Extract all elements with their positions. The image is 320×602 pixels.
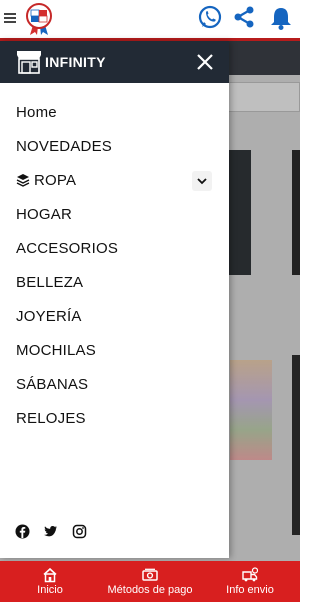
menu-item-label: ROPA xyxy=(34,172,77,189)
facebook-icon[interactable] xyxy=(15,524,30,539)
drawer-header: INFINITY xyxy=(0,41,229,83)
tab-inicio[interactable]: Inicio xyxy=(18,561,82,602)
bottom-navigation: Inicio Métodos de pago Info envio xyxy=(0,561,300,602)
menu-item-hogar[interactable]: HOGAR xyxy=(0,198,229,232)
expand-ropa-button[interactable] xyxy=(192,171,212,191)
menu-item-joyeria[interactable]: JOYERÍA xyxy=(0,300,229,334)
home-icon xyxy=(43,567,57,583)
menu-item-label: BELLEZA xyxy=(16,274,84,291)
layers-icon xyxy=(16,174,30,187)
menu-item-sabanas[interactable]: SÁBANAS xyxy=(0,368,229,402)
close-icon[interactable] xyxy=(194,51,216,73)
menu-item-label: SÁBANAS xyxy=(16,376,89,393)
menu-item-relojes[interactable]: RELOJES xyxy=(0,402,229,436)
store-icon xyxy=(17,51,41,74)
notification-bell-icon[interactable] xyxy=(268,5,294,31)
menu-item-label: RELOJES xyxy=(16,410,86,427)
hamburger-menu-icon[interactable] xyxy=(4,11,16,25)
delivery-truck-icon xyxy=(242,567,258,582)
tab-info-envio[interactable]: Info envio xyxy=(220,561,280,602)
tab-label: Inicio xyxy=(37,584,63,596)
instagram-icon[interactable] xyxy=(72,524,87,539)
menu-item-label: Home xyxy=(16,104,57,121)
menu-item-ropa[interactable]: ROPA xyxy=(0,164,229,198)
logo-icon[interactable] xyxy=(24,2,54,36)
menu-item-label: NOVEDADES xyxy=(16,138,112,155)
menu-item-belleza[interactable]: BELLEZA xyxy=(0,266,229,300)
top-app-bar xyxy=(0,0,300,41)
drawer-title: INFINITY xyxy=(45,54,106,70)
chevron-down-icon xyxy=(197,178,207,185)
money-icon xyxy=(142,568,158,581)
social-links xyxy=(15,524,96,540)
menu-item-label: HOGAR xyxy=(16,206,73,223)
whatsapp-icon[interactable] xyxy=(197,5,223,31)
menu-item-novedades[interactable]: NOVEDADES xyxy=(0,130,229,164)
menu-item-label: JOYERÍA xyxy=(16,308,82,325)
tab-metodos-de-pago[interactable]: Métodos de pago xyxy=(100,561,200,602)
tab-label: Info envio xyxy=(226,584,274,596)
drawer-menu: Home NOVEDADES ROPA HOGAR ACCESORIOS BEL… xyxy=(0,96,229,436)
menu-item-mochilas[interactable]: MOCHILAS xyxy=(0,334,229,368)
menu-item-label: MOCHILAS xyxy=(16,342,96,359)
twitter-icon[interactable] xyxy=(43,524,58,539)
share-icon[interactable] xyxy=(232,5,256,29)
menu-item-home[interactable]: Home xyxy=(0,96,229,130)
menu-item-accesorios[interactable]: ACCESORIOS xyxy=(0,232,229,266)
menu-item-label: ACCESORIOS xyxy=(16,240,119,257)
tab-label: Métodos de pago xyxy=(107,584,193,596)
navigation-drawer: INFINITY Home NOVEDADES ROPA HOGAR ACCES… xyxy=(0,41,229,558)
